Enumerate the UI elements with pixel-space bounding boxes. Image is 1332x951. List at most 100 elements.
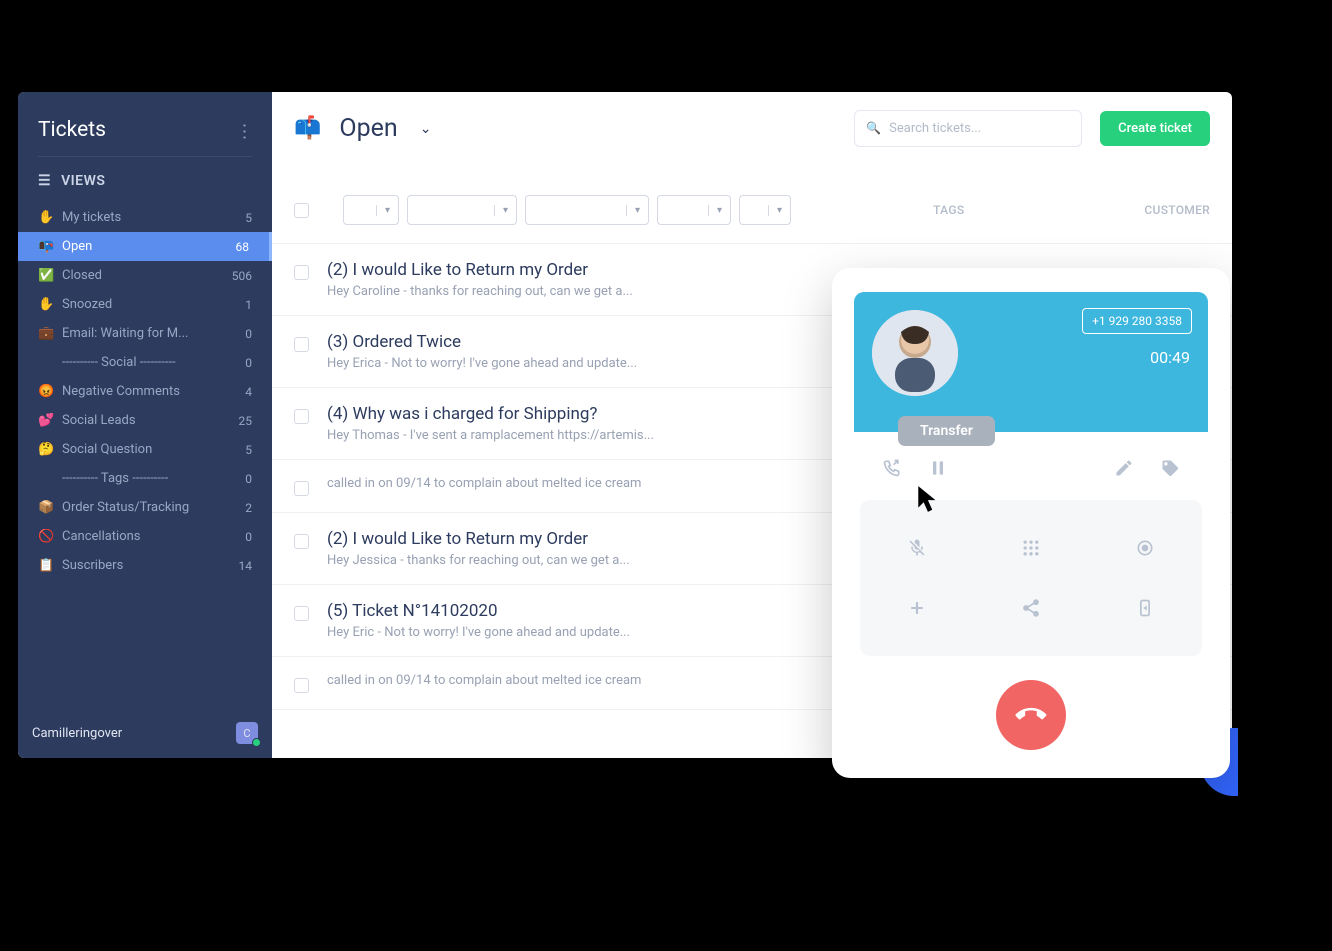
sidebar-item-icon: ✋ [38, 297, 52, 312]
sidebar-item-label: Cancellations [62, 529, 141, 544]
sidebar-item[interactable]: 😡 Negative Comments 4 [18, 377, 272, 406]
sidebar-item-label: My tickets [62, 210, 121, 225]
sidebar-item-icon: 💼 [38, 326, 52, 341]
filter-select[interactable]: ▾ [407, 195, 517, 225]
sidebar-title: Tickets [38, 118, 106, 142]
list-icon: ☰ [38, 173, 51, 189]
sidebar-item-label: Open [62, 239, 92, 254]
sidebar-item[interactable]: 📦 Order Status/Tracking 2 [18, 493, 272, 522]
ticket-checkbox[interactable] [294, 409, 309, 424]
ticket-checkbox[interactable] [294, 606, 309, 621]
sidebar-item-label: Closed [62, 268, 102, 283]
create-ticket-button[interactable]: Create ticket [1100, 111, 1210, 146]
sidebar-item-count: 14 [239, 559, 253, 573]
avatar[interactable]: C [236, 722, 258, 744]
ticket-checkbox[interactable] [294, 481, 309, 496]
sidebar: Tickets ⋯ ☰ VIEWS ✋ My tickets 5 📭 Open 68 ✅ Cl… [18, 92, 272, 758]
filter-select[interactable]: ▾ [343, 195, 399, 225]
sidebar-item-count: 4 [245, 385, 252, 399]
sidebar-item[interactable]: 🤔 Social Question 5 [18, 435, 272, 464]
sidebar-item-label: Social Leads [62, 413, 136, 428]
hangup-button[interactable] [996, 680, 1066, 750]
col-customer: CUSTOMER [1144, 203, 1210, 217]
sidebar-item-icon: 📦 [38, 500, 52, 515]
sidebar-item-icon: 💕 [38, 413, 52, 428]
caller-number[interactable]: +1 929 280 3358 [1082, 308, 1192, 334]
sidebar-item-count: 68 [236, 240, 250, 254]
sidebar-item-icon: ✅ [38, 268, 52, 283]
sidebar-item-count: 25 [239, 414, 253, 428]
sidebar-item[interactable]: 📭 Open 68 [18, 232, 272, 261]
sidebar-item[interactable]: ✋ My tickets 5 [18, 203, 272, 232]
sidebar-item-label: ---------- Tags ---------- [62, 471, 168, 486]
views-header: ☰ VIEWS [18, 173, 272, 203]
device-icon[interactable] [1088, 578, 1202, 638]
sidebar-item-icon: ✋ [38, 210, 52, 225]
sidebar-item-icon: 😡 [38, 384, 52, 399]
edit-icon[interactable] [1114, 458, 1134, 478]
call-widget: +1 929 280 3358 00:49 Transfer [832, 268, 1230, 778]
select-all-checkbox[interactable] [294, 203, 309, 218]
sidebar-item-label: Negative Comments [62, 384, 180, 399]
current-user[interactable]: Camilleringover [32, 726, 122, 741]
sidebar-item-icon: 📋 [38, 558, 52, 573]
sidebar-item-count: 506 [232, 269, 252, 283]
sidebar-item-icon: 📭 [38, 239, 52, 254]
filter-select[interactable]: ▾ [739, 195, 791, 225]
sidebar-views-list: ✋ My tickets 5 📭 Open 68 ✅ Closed 506 ✋ Snoozed 1 💼 E… [18, 203, 272, 708]
dialpad-icon[interactable] [974, 518, 1088, 578]
mailbox-icon: 📫 [294, 116, 321, 141]
col-tags: TAGS [933, 203, 964, 217]
sidebar-item[interactable]: ---------- Social ---------- 0 [18, 348, 272, 377]
sidebar-item-label: Social Question [62, 442, 152, 457]
sidebar-item-label: Snoozed [62, 297, 112, 312]
transfer-call-icon[interactable] [882, 458, 902, 478]
dialpad-actions [860, 500, 1202, 656]
add-icon[interactable] [860, 578, 974, 638]
search-icon: 🔍 [866, 121, 881, 135]
sidebar-item[interactable]: 🚫 Cancellations 0 [18, 522, 272, 551]
sidebar-item[interactable]: 💕 Social Leads 25 [18, 406, 272, 435]
sidebar-item[interactable]: ---------- Tags ----------0 [18, 464, 272, 493]
ticket-checkbox[interactable] [294, 265, 309, 280]
filter-select[interactable]: ▾ [657, 195, 731, 225]
sidebar-item-label: Email: Waiting for M... [62, 326, 188, 341]
views-label: VIEWS [61, 173, 105, 189]
topbar: 📫 Open ⌄ 🔍 Create ticket [272, 92, 1232, 165]
transfer-button[interactable]: Transfer [898, 416, 995, 446]
sidebar-item-icon: 🚫 [38, 529, 52, 544]
view-title[interactable]: Open [339, 114, 397, 143]
share-icon[interactable] [974, 578, 1088, 638]
sidebar-item-count: 0 [245, 327, 252, 341]
search-input[interactable] [854, 110, 1082, 147]
sidebar-item-icon: 🤔 [38, 442, 52, 457]
sidebar-item[interactable]: ✋ Snoozed 1 [18, 290, 272, 319]
sidebar-item-count: 5 [245, 443, 252, 457]
caller-avatar [872, 310, 958, 396]
chevron-down-icon[interactable]: ⌄ [420, 121, 432, 137]
sidebar-menu-dots[interactable]: ⋯ [234, 122, 255, 138]
sidebar-item-count: 0 [245, 530, 252, 544]
filter-select[interactable]: ▾ [525, 195, 649, 225]
sidebar-item-count: 1 [245, 298, 252, 312]
sidebar-item-label: ---------- Social ---------- [62, 355, 176, 370]
sidebar-item[interactable]: 💼 Email: Waiting for M... 0 [18, 319, 272, 348]
ticket-checkbox[interactable] [294, 534, 309, 549]
tag-icon[interactable] [1160, 458, 1180, 478]
ticket-checkbox[interactable] [294, 678, 309, 693]
record-icon[interactable] [1088, 518, 1202, 578]
call-duration: 00:49 [1150, 348, 1190, 367]
call-header: +1 929 280 3358 00:49 Transfer [854, 292, 1208, 432]
sidebar-item-count: 2 [245, 501, 252, 515]
sidebar-item-label: Suscribers [62, 558, 123, 573]
sidebar-item[interactable]: ✅ Closed 506 [18, 261, 272, 290]
sidebar-item[interactable]: 📋 Suscribers 14 [18, 551, 272, 580]
sidebar-footer: Camilleringover C [18, 708, 272, 758]
sidebar-item-count: 0 [245, 356, 252, 370]
sidebar-item-label: Order Status/Tracking [62, 500, 189, 515]
divider [38, 156, 252, 157]
ticket-checkbox[interactable] [294, 337, 309, 352]
pause-icon[interactable] [928, 458, 948, 478]
sidebar-item-count: 5 [245, 211, 252, 225]
mute-icon[interactable] [860, 518, 974, 578]
